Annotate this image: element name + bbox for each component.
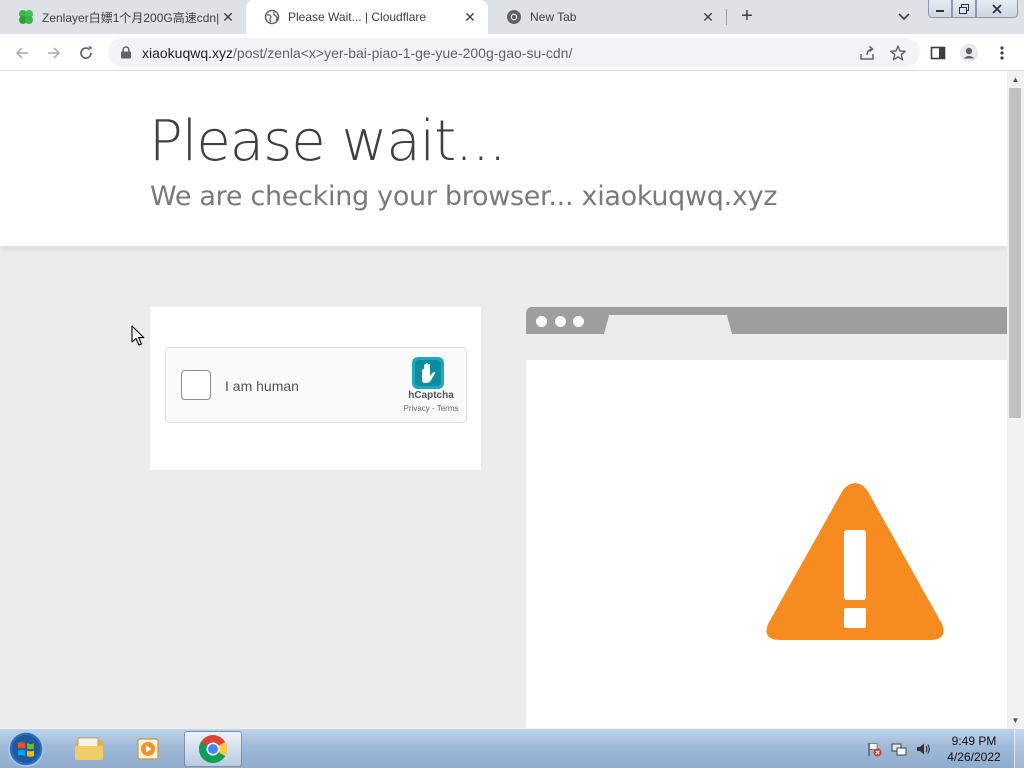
- show-desktop-button[interactable]: [1014, 729, 1024, 768]
- illustration-dot: [536, 316, 547, 327]
- url-host: xiaokuqwq.xyz: [142, 45, 234, 61]
- hcaptcha-privacy-terms-links[interactable]: Privacy - Terms: [398, 404, 464, 413]
- browser-toolbar: xiaokuqwq.xyz/post/zenla<x>yer-bai-piao-…: [0, 34, 1024, 71]
- tab-strip: Zenlayer白嫖1个月200G高速cdn| ✕ Please Wait...…: [0, 0, 1024, 34]
- scroll-thumb[interactable]: [1009, 88, 1021, 418]
- illustration-dot: [555, 316, 566, 327]
- captcha-card: I am human hCaptcha Privacy - Terms: [150, 307, 481, 470]
- reload-icon: [80, 46, 92, 59]
- tab-close-icon[interactable]: ✕: [220, 9, 236, 25]
- tab-new-tab[interactable]: New Tab ✕: [488, 0, 726, 34]
- scroll-up-arrow-icon[interactable]: ▲: [1007, 71, 1024, 87]
- tab-cloudflare[interactable]: Please Wait... | Cloudflare ✕: [246, 0, 488, 34]
- kebab-menu-icon: [1000, 46, 1004, 60]
- lock-icon: [121, 46, 131, 59]
- scroll-down-arrow-icon[interactable]: ▼: [1007, 712, 1024, 728]
- media-player-icon: [137, 738, 159, 760]
- restore-button[interactable]: [952, 0, 976, 18]
- tab-title: Please Wait... | Cloudflare: [288, 10, 427, 24]
- tab-separator: [726, 9, 727, 25]
- windows-taskbar: 9:49 PM 4/26/2022: [0, 728, 1024, 768]
- forward-button[interactable]: [44, 43, 64, 63]
- minimize-button[interactable]: [928, 0, 952, 18]
- back-arrow-icon: [15, 47, 28, 59]
- tab-close-icon[interactable]: ✕: [462, 9, 478, 25]
- hcaptcha-logo-icon: [412, 357, 444, 389]
- tab-title: Zenlayer白嫖1个月200G高速cdn|: [42, 10, 220, 25]
- menu-button[interactable]: [992, 43, 1012, 63]
- tab-title: New Tab: [530, 10, 577, 24]
- human-checkbox-label[interactable]: I am human: [225, 378, 299, 394]
- page-title: Please wait...: [149, 109, 507, 174]
- globe-icon: [264, 9, 280, 25]
- green-clover-icon: [19, 10, 33, 24]
- address-bar[interactable]: xiaokuqwq.xyz/post/zenla<x>yer-bai-piao-…: [108, 38, 920, 67]
- hcaptcha-widget: I am human hCaptcha Privacy - Terms: [165, 347, 467, 423]
- illustration-dot: [573, 316, 584, 327]
- clock-date: 4/26/2022: [947, 750, 1001, 764]
- reload-button[interactable]: [76, 43, 96, 63]
- illustration-title-bar: [526, 307, 1007, 334]
- human-checkbox[interactable]: [181, 370, 211, 400]
- taskbar-explorer[interactable]: [60, 731, 118, 767]
- volume-icon[interactable]: [915, 741, 931, 757]
- taskbar-media-player[interactable]: [120, 731, 178, 767]
- warning-triangle-icon: [766, 483, 944, 640]
- close-window-button[interactable]: [976, 0, 1018, 18]
- bookmark-star-icon[interactable]: [889, 44, 907, 62]
- side-panel-button[interactable]: [928, 43, 948, 63]
- action-center-flag-icon[interactable]: [866, 741, 882, 757]
- page-subtitle: We are checking your browser... xiaokuqw…: [150, 181, 778, 212]
- profile-button[interactable]: [959, 43, 979, 63]
- challenge-header: Please wait... We are checking your brow…: [0, 71, 1007, 246]
- url-text[interactable]: xiaokuqwq.xyz/post/zenla<x>yer-bai-piao-…: [142, 45, 572, 61]
- taskbar-chrome[interactable]: [184, 731, 242, 767]
- hcaptcha-brand: hCaptcha: [408, 390, 454, 401]
- restore-icon: [959, 3, 969, 14]
- page-viewport: Please wait... We are checking your brow…: [0, 71, 1007, 728]
- back-button[interactable]: [12, 43, 32, 63]
- url-path: /post/zenla<x>yer-bai-piao-1-ge-yue-200g…: [233, 45, 573, 61]
- new-tab-button[interactable]: +: [736, 6, 758, 28]
- mouse-cursor-icon: [131, 325, 145, 346]
- explorer-icon: [75, 737, 103, 760]
- tab-search-chevron-icon[interactable]: [895, 9, 913, 25]
- profile-avatar-icon: [960, 44, 978, 62]
- minimize-icon: [936, 9, 944, 12]
- chrome-icon: [199, 735, 227, 763]
- share-icon[interactable]: [858, 44, 876, 62]
- browser-error-illustration: [526, 307, 1007, 728]
- tab-close-icon[interactable]: ✕: [700, 9, 716, 25]
- close-icon: [992, 3, 1002, 14]
- network-icon[interactable]: [891, 741, 907, 757]
- tab-zenlayer[interactable]: Zenlayer白嫖1个月200G高速cdn| ✕: [0, 0, 246, 34]
- page-scrollbar[interactable]: ▲ ▼: [1007, 71, 1024, 728]
- illustration-window: [526, 360, 1007, 728]
- forward-arrow-icon: [48, 47, 61, 59]
- illustration-tab: [604, 315, 732, 334]
- illustration-toolbar: [526, 334, 1007, 360]
- system-clock[interactable]: 9:49 PM 4/26/2022: [940, 733, 1008, 765]
- chrome-icon: [507, 10, 521, 24]
- side-panel-icon: [930, 46, 946, 60]
- start-orb-icon[interactable]: [6, 730, 46, 768]
- clock-time: 9:49 PM: [951, 734, 997, 748]
